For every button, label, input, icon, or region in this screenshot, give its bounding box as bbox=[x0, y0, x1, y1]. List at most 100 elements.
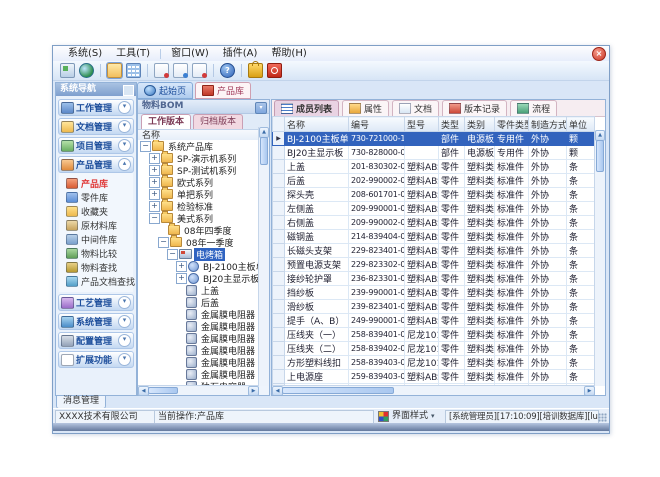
cell[interactable]: 方形塑料线扣 bbox=[285, 356, 349, 370]
cell[interactable]: 塑料ABS bbox=[405, 272, 439, 286]
cell[interactable]: 塑料ABS bbox=[405, 160, 439, 174]
chevron-down-icon[interactable]: ▾ bbox=[118, 353, 131, 366]
cell[interactable]: 接纱轮护罩 bbox=[285, 272, 349, 286]
cell[interactable]: 塑料类 bbox=[465, 328, 495, 342]
chevron-down-icon[interactable]: ▾ bbox=[118, 101, 131, 114]
cell[interactable]: 条 bbox=[567, 160, 595, 174]
chevron-down-icon[interactable]: ▾ bbox=[118, 315, 131, 328]
tree-node-5[interactable]: +检验标准 bbox=[138, 200, 259, 212]
cell[interactable]: 730-828000-04E bbox=[349, 146, 405, 160]
column-header-4[interactable]: 类别 bbox=[465, 117, 495, 132]
cell[interactable]: 部件 bbox=[439, 132, 465, 146]
resize-grip[interactable] bbox=[598, 413, 607, 422]
doc-delete-icon[interactable] bbox=[192, 63, 207, 78]
cell[interactable]: 提手（A、B） bbox=[285, 314, 349, 328]
power-icon[interactable] bbox=[267, 63, 282, 78]
cell[interactable]: 外协 bbox=[529, 132, 567, 146]
table-row[interactable]: 右侧盖209-990002-01E塑料ABS零件塑料类标准件外协条 bbox=[273, 216, 595, 230]
nav-item-2[interactable]: 收藏夹 bbox=[59, 204, 133, 218]
nav-group-3[interactable]: 产品管理▴ bbox=[58, 156, 134, 173]
cell[interactable]: 零件 bbox=[439, 160, 465, 174]
cell[interactable]: 外协 bbox=[529, 272, 567, 286]
cell[interactable]: 塑料类 bbox=[465, 216, 495, 230]
nav-group-6[interactable]: 配置管理▾ bbox=[58, 332, 134, 349]
cell[interactable]: BJ20主显示板 bbox=[285, 146, 349, 160]
tree-node-4[interactable]: +单把系列 bbox=[138, 188, 259, 200]
doc-new-icon[interactable] bbox=[154, 63, 169, 78]
cell[interactable]: 730-721000-12E bbox=[349, 132, 405, 146]
table-row[interactable]: 压线夹（二）258-839402-00E尼龙1010零件塑料类标准件外协条 bbox=[273, 342, 595, 356]
cell[interactable]: 塑料类 bbox=[465, 314, 495, 328]
cell[interactable]: 外协 bbox=[529, 300, 567, 314]
menu-item-5[interactable]: 帮助(H) bbox=[264, 46, 313, 61]
cell[interactable]: 外协 bbox=[529, 342, 567, 356]
tree-node-19[interactable]: 金属膜电阻器 bbox=[138, 368, 259, 380]
cell[interactable]: 零件 bbox=[439, 300, 465, 314]
table-row[interactable]: 方形塑料线扣258-839403-00E尼龙1010零件塑料类标准件外协条 bbox=[273, 356, 595, 370]
table-row[interactable]: 滑纱板239-823401-00E塑料ABS零件塑料类标准件外协条 bbox=[273, 300, 595, 314]
cell[interactable]: 电源板 bbox=[465, 146, 495, 160]
cell[interactable]: 条 bbox=[567, 328, 595, 342]
cell[interactable]: 标准件 bbox=[495, 314, 529, 328]
cell[interactable]: 外协 bbox=[529, 314, 567, 328]
cell[interactable]: 塑料类 bbox=[465, 342, 495, 356]
cell[interactable]: 专用件 bbox=[495, 132, 529, 146]
cell[interactable]: 零件 bbox=[439, 216, 465, 230]
cell[interactable]: 零件 bbox=[439, 314, 465, 328]
nav-group-4[interactable]: 工艺管理▾ bbox=[58, 294, 134, 311]
cell[interactable]: 229-823401-00E bbox=[349, 244, 405, 258]
cell[interactable]: 条 bbox=[567, 202, 595, 216]
menu-item-0[interactable]: 系统(S) bbox=[61, 46, 109, 61]
expand-icon[interactable]: + bbox=[149, 165, 160, 176]
grid-vertical-scrollbar[interactable]: ▲ bbox=[594, 130, 605, 386]
column-header-1[interactable]: 编号 bbox=[349, 117, 405, 132]
cell[interactable]: 条 bbox=[567, 216, 595, 230]
nav-item-6[interactable]: 物料查找 bbox=[59, 260, 133, 274]
cell[interactable]: 压线夹（一） bbox=[285, 328, 349, 342]
cell[interactable]: 外协 bbox=[529, 244, 567, 258]
cell[interactable]: 部件 bbox=[439, 146, 465, 160]
tree-node-12[interactable]: 上盖 bbox=[138, 284, 259, 296]
cell[interactable]: 预置电源支架 bbox=[285, 258, 349, 272]
table-row[interactable]: 左侧盖209-990001-01E塑料ABS零件塑料类标准件外协条 bbox=[273, 202, 595, 216]
cell[interactable]: 零件 bbox=[439, 188, 465, 202]
cell[interactable]: 条 bbox=[567, 342, 595, 356]
expand-icon[interactable]: + bbox=[149, 189, 160, 200]
cell[interactable]: 塑料ABS bbox=[405, 370, 439, 384]
table-row[interactable]: BJ20主显示板730-828000-04E部件电源板专用件外协颗 bbox=[273, 146, 595, 160]
detail-tab-1[interactable]: 属性 bbox=[342, 100, 389, 116]
column-header-0[interactable]: 名称 bbox=[285, 117, 349, 132]
tree-node-1[interactable]: +SP-演示机系列 bbox=[138, 152, 259, 164]
cell[interactable]: 左侧盖 bbox=[285, 202, 349, 216]
cell[interactable]: 标准件 bbox=[495, 230, 529, 244]
cell[interactable]: 标准件 bbox=[495, 328, 529, 342]
cell[interactable]: 挡纱板 bbox=[285, 286, 349, 300]
nav-group-2[interactable]: 项目管理▾ bbox=[58, 137, 134, 154]
folder-icon[interactable] bbox=[107, 63, 122, 78]
menu-item-4[interactable]: 插件(A) bbox=[216, 46, 265, 61]
table-row[interactable]: ▶BJ-2100主板单点730-721000-12E部件电源板专用件外协颗 bbox=[273, 132, 595, 146]
nav-item-3[interactable]: 原材料库 bbox=[59, 218, 133, 232]
cell[interactable]: 上盖 bbox=[285, 160, 349, 174]
nav-item-7[interactable]: 产品文档查找 bbox=[59, 274, 133, 288]
table-row[interactable]: 挡纱板239-990001-01E塑料ABS零件塑料类标准件外协条 bbox=[273, 286, 595, 300]
nav-group-5[interactable]: 系统管理▾ bbox=[58, 313, 134, 330]
cell[interactable]: 零件 bbox=[439, 230, 465, 244]
cell[interactable]: 外协 bbox=[529, 328, 567, 342]
cell[interactable]: 压线夹（二） bbox=[285, 342, 349, 356]
nav-item-4[interactable]: 中间件库 bbox=[59, 232, 133, 246]
table-row[interactable]: 预置电源支架229-823302-00E塑料ABS零件塑料类标准件外协条 bbox=[273, 258, 595, 272]
cell[interactable]: 259-839403-00E bbox=[349, 370, 405, 384]
cell[interactable]: 塑料类 bbox=[465, 160, 495, 174]
tree-node-17[interactable]: 金属膜电阻器 bbox=[138, 344, 259, 356]
scrollbar-thumb[interactable] bbox=[148, 387, 178, 394]
bom-tab-1[interactable]: 归档版本 bbox=[193, 114, 243, 129]
detail-tab-0[interactable]: 成员列表 bbox=[274, 100, 339, 116]
chevron-down-icon[interactable]: ▾ bbox=[118, 296, 131, 309]
bom-menu-button[interactable]: ▾ bbox=[255, 102, 267, 114]
cell[interactable]: 239-823401-00E bbox=[349, 300, 405, 314]
cell[interactable]: 零件 bbox=[439, 174, 465, 188]
cell[interactable]: 外协 bbox=[529, 160, 567, 174]
tree-node-0[interactable]: −系统产品库 bbox=[138, 140, 259, 152]
ui-style-selector[interactable]: 界面样式 ▾ bbox=[375, 410, 445, 422]
